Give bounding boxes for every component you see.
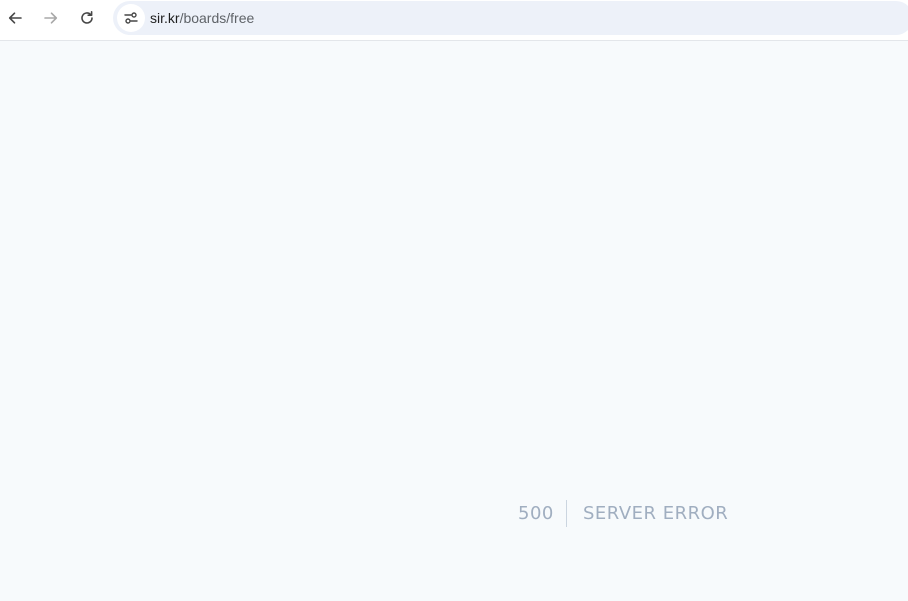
- forward-button[interactable]: [37, 4, 65, 32]
- tune-icon: [124, 12, 138, 24]
- error-message: SERVER ERROR: [583, 503, 729, 524]
- url-path: /boards/free: [179, 10, 255, 26]
- site-info-button[interactable]: [117, 4, 145, 32]
- address-bar[interactable]: sir.kr/boards/free: [113, 1, 908, 35]
- url-host: sir.kr: [150, 10, 180, 26]
- browser-toolbar: sir.kr/boards/free: [0, 0, 908, 41]
- reload-icon: [81, 11, 93, 24]
- arrow-left-icon: [8, 12, 22, 24]
- back-button[interactable]: [1, 4, 29, 32]
- reload-button[interactable]: [73, 4, 101, 32]
- error-code: 500: [518, 503, 554, 524]
- error-divider: [566, 500, 567, 527]
- arrow-right-icon: [44, 12, 58, 24]
- url-text[interactable]: sir.kr/boards/free: [150, 10, 254, 26]
